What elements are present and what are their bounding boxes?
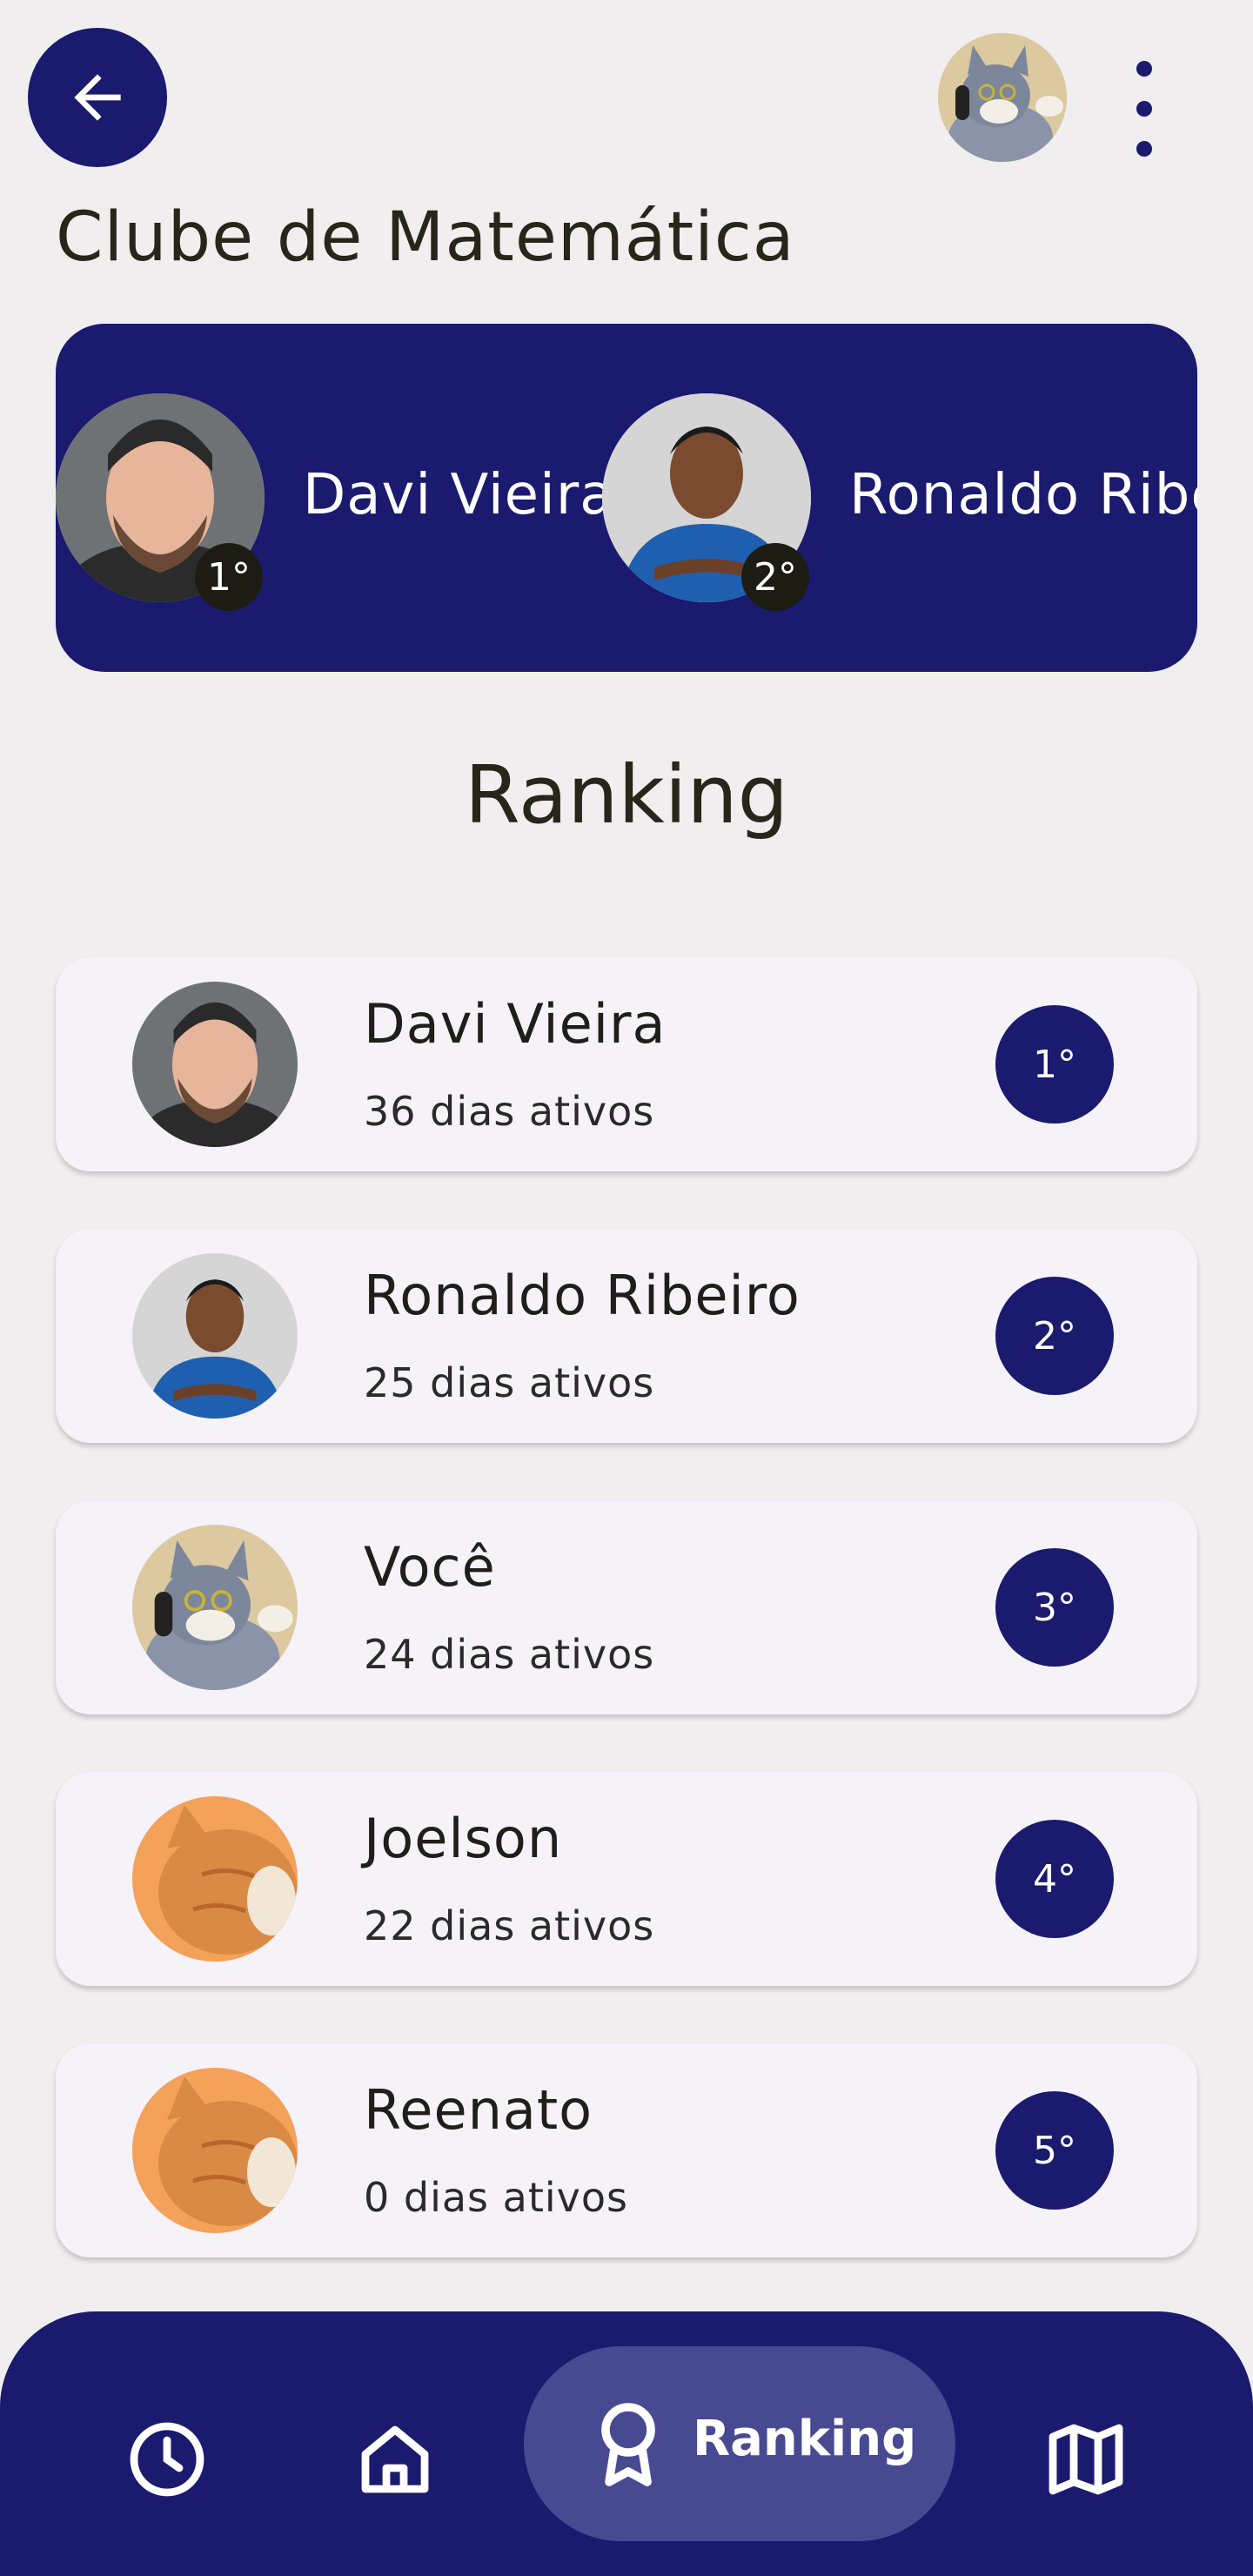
arrow-left-icon bbox=[74, 74, 121, 121]
list-item[interactable]: Você 24 dias ativos 3° bbox=[56, 1500, 1197, 1714]
member-name: Ronaldo Ribeiro bbox=[364, 1264, 801, 1327]
dot bbox=[1136, 141, 1152, 157]
list-item[interactable]: Reenato 0 dias ativos 5° bbox=[56, 2043, 1197, 2257]
home-icon bbox=[361, 2425, 429, 2493]
active-days: 24 dias ativos bbox=[364, 1631, 655, 1678]
map-icon bbox=[1049, 2424, 1123, 2495]
user-avatar[interactable] bbox=[938, 33, 1067, 162]
position-badge: 4° bbox=[995, 1820, 1114, 1938]
member-name: Você bbox=[364, 1535, 496, 1599]
cat-avatar-image bbox=[938, 33, 1067, 162]
member-name: Davi Vieira bbox=[364, 992, 667, 1056]
nav-ranking-label: Ranking bbox=[693, 2411, 917, 2467]
podium-name: Ronaldo Ribeiro bbox=[849, 463, 1197, 527]
page-title: Clube de Matemática bbox=[56, 198, 795, 277]
active-days: 25 dias ativos bbox=[364, 1359, 655, 1406]
avatar bbox=[132, 2068, 298, 2233]
active-days: 36 dias ativos bbox=[364, 1088, 655, 1135]
back-button[interactable] bbox=[28, 28, 167, 167]
list-item[interactable]: Joelson 22 dias ativos 4° bbox=[56, 1772, 1197, 1986]
dot bbox=[1136, 61, 1152, 77]
dot bbox=[1136, 101, 1152, 117]
active-days: 0 dias ativos bbox=[364, 2174, 628, 2221]
nav-home-button[interactable] bbox=[343, 2407, 447, 2512]
nav-map-button[interactable] bbox=[1034, 2407, 1138, 2512]
member-name: Joelson bbox=[364, 1807, 563, 1870]
podium-name: Davi Vieira bbox=[303, 463, 615, 527]
nav-ranking-button[interactable]: Ranking bbox=[524, 2346, 955, 2541]
clock-icon bbox=[130, 2422, 204, 2497]
active-days: 22 dias ativos bbox=[364, 1902, 655, 1949]
ranking-heading: Ranking bbox=[464, 748, 789, 842]
position-badge: 5° bbox=[995, 2091, 1114, 2210]
bottom-navigation: Ranking bbox=[0, 2311, 1253, 2576]
podium-banner: 1° Davi Vieira 2° Ronaldo Ribeiro bbox=[56, 324, 1197, 672]
position-badge: 3° bbox=[995, 1548, 1114, 1667]
avatar bbox=[132, 982, 298, 1147]
award-icon bbox=[601, 2403, 655, 2486]
position-badge: 2° bbox=[995, 1277, 1114, 1395]
avatar bbox=[132, 1525, 298, 1690]
position-badge: 1° bbox=[195, 543, 263, 611]
list-item[interactable]: Ronaldo Ribeiro 25 dias ativos 2° bbox=[56, 1229, 1197, 1443]
list-item[interactable]: Davi Vieira 36 dias ativos 1° bbox=[56, 957, 1197, 1171]
position-badge: 1° bbox=[995, 1005, 1114, 1124]
ranking-list: Davi Vieira 36 dias ativos 1° Ronaldo Ri… bbox=[56, 957, 1197, 2315]
avatar bbox=[132, 1253, 298, 1419]
position-badge: 2° bbox=[741, 543, 809, 611]
nav-history-button[interactable] bbox=[115, 2407, 219, 2512]
avatar bbox=[132, 1796, 298, 1962]
more-options-button[interactable] bbox=[1122, 61, 1166, 157]
member-name: Reenato bbox=[364, 2078, 593, 2142]
